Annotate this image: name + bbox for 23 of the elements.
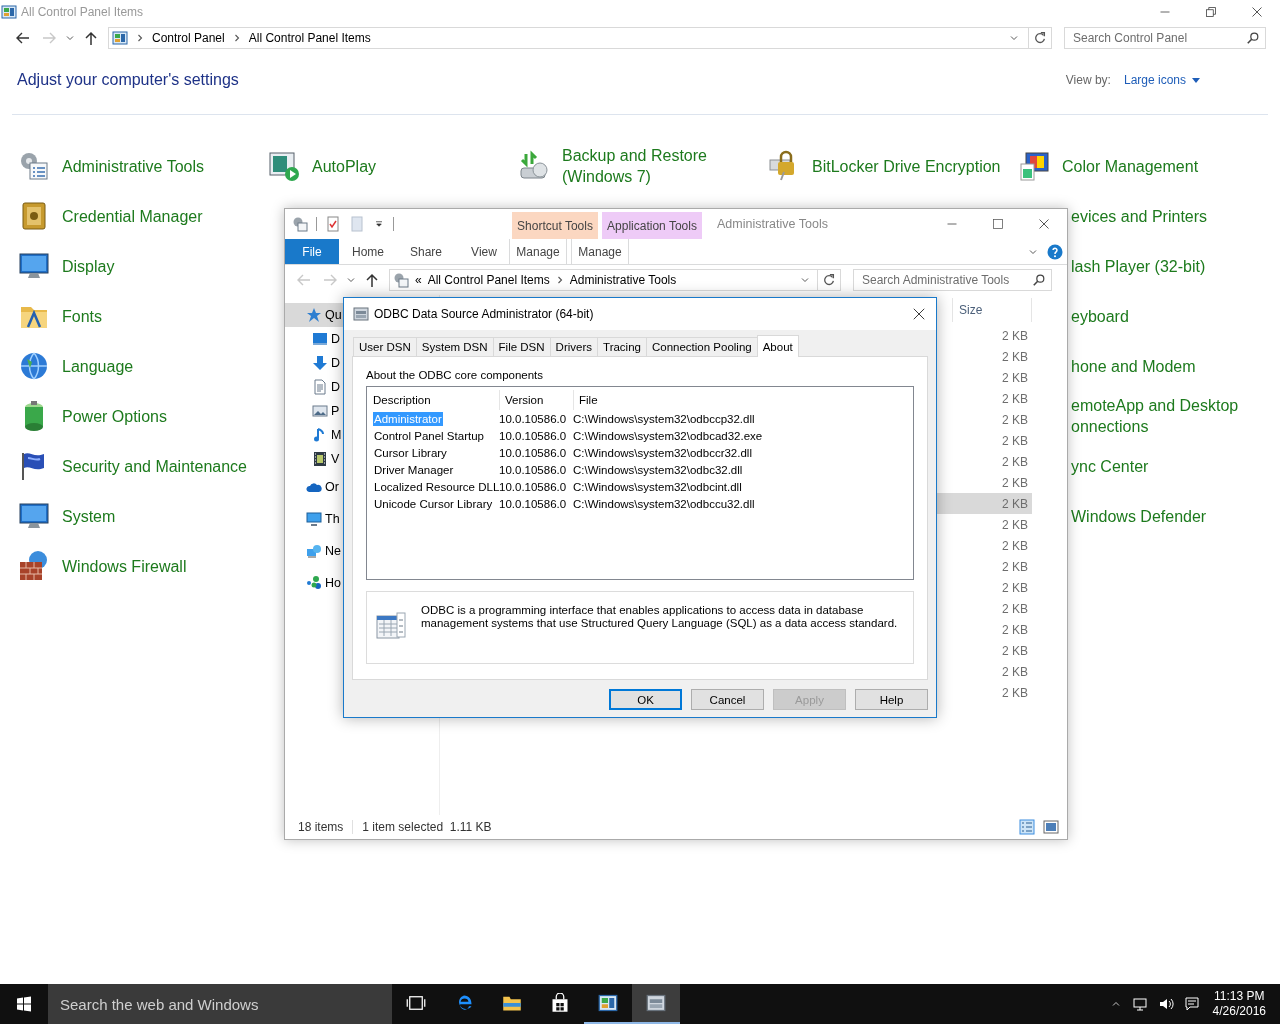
table-cell-text: C:\Windows\system32\odbccr32.dll	[573, 446, 753, 459]
table-cell-text: 10.0.10586.0	[499, 446, 568, 459]
table-cell-text: C:\Windows\system32\odbcad32.exe	[573, 429, 764, 442]
dialog-title: ODBC Data Source Administrator (64-bit)	[374, 307, 594, 321]
contextual-tab-header: Application Tools	[602, 212, 702, 239]
item-count: 18 items	[298, 820, 344, 834]
table-cell-text: C:\Windows\system32\odbccp32.dll	[573, 412, 756, 425]
table-cell-text: 10.0.10586.0	[499, 463, 568, 476]
table-cell-text: C:\Windows\system32\odbccu32.dll	[573, 497, 756, 510]
section-label: About the ODBC core components	[366, 369, 545, 383]
view-by-label: View by:	[1065, 73, 1111, 87]
window-title: Administrative Tools	[717, 217, 828, 231]
table-cell-text: 10.0.10586.0	[499, 480, 568, 493]
table-cell-text: C:\Windows\system32\odbc32.dll	[573, 463, 744, 476]
info-text: ODBC is a programming interface that enables applications to access data in database management systems that use Structured Query Language (SQL) as a data access standard.	[421, 604, 899, 630]
table-cell-text: 10.0.10586.0	[499, 412, 568, 425]
contextual-tab-header: Shortcut Tools	[512, 212, 598, 239]
page-heading: Adjust your computer's settings	[17, 71, 239, 89]
table-cell-text: 10.0.10586.0	[499, 497, 568, 510]
window-title: All Control Panel Items	[21, 5, 144, 19]
table-cell-text: C:\Windows\system32\odbcint.dll	[573, 480, 743, 493]
selection-info: 1 item selected 1.11 KB	[362, 820, 492, 834]
table-cell-text: 10.0.10586.0	[499, 429, 568, 442]
